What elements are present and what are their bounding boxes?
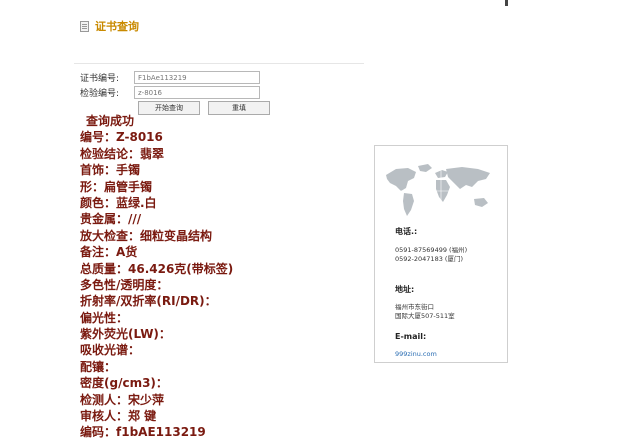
result-line: 多色性/透明度：	[80, 277, 169, 292]
cert-number-input[interactable]	[134, 71, 260, 84]
cert-number-row: 证书编号:	[80, 71, 260, 84]
result-line: 编码：f1bAE113219	[80, 425, 206, 440]
result-line: 形：扁管手镯	[80, 179, 153, 194]
contact-card: 电话.: 0591-87569499 (福州) 0592-2047183 (厦门…	[374, 145, 508, 363]
result-status: 查询成功	[86, 114, 135, 128]
website-link[interactable]: 999zinu.com	[395, 350, 437, 358]
result-line: 密度(g/cm3)：	[80, 376, 168, 391]
result-line: 放大检查：细粒变晶结构	[80, 228, 213, 243]
result-line: 偏光性：	[80, 310, 129, 325]
result-line: 折射率/双折率(RI/DR)：	[80, 294, 217, 309]
check-number-input[interactable]	[134, 86, 260, 99]
window-edge-marker	[505, 0, 508, 6]
result-line: 审核人：郑 键	[80, 409, 157, 424]
page-header: 证书查询	[80, 18, 139, 34]
result-line: 吸收光谱：	[80, 343, 141, 358]
world-map-icon	[382, 161, 500, 221]
result-list: 查询成功 编号：Z-8016 检验结论：翡翠 首饰：手镯 形：扁管手镯 颜色：蓝…	[80, 113, 233, 441]
result-line: 检测人：宋少萍	[80, 392, 165, 407]
address-line-1: 福州市东街口	[395, 303, 434, 311]
phone-fuzhou: 0591-87569499 (福州)	[395, 246, 468, 254]
result-line: 检验结论：翡翠	[80, 146, 165, 161]
check-number-label: 检验编号:	[80, 89, 120, 99]
cert-number-label: 证书编号:	[80, 74, 120, 84]
result-line: 颜色：蓝绿.白	[80, 195, 157, 210]
result-line: 配镶：	[80, 359, 117, 374]
document-icon	[80, 20, 89, 32]
result-line: 首饰：手镯	[80, 163, 141, 178]
phone-xiamen: 0592-2047183 (厦门)	[395, 255, 463, 263]
address-line-2: 国际大厦507-511室	[395, 312, 455, 320]
page-title: 证书查询	[95, 20, 139, 33]
phone-label: 电话.:	[395, 227, 418, 236]
result-line: 贵金属：///	[80, 212, 142, 227]
email-label: E-mail:	[395, 332, 427, 341]
address-label: 地址:	[395, 285, 415, 294]
check-number-row: 检验编号:	[80, 86, 260, 99]
result-line: 编号：Z-8016	[80, 130, 163, 145]
result-line: 总质量：46.426克(带标签)	[80, 261, 234, 276]
result-line: 紫外荧光(LW)：	[80, 327, 171, 342]
result-line: 备注：A货	[80, 245, 138, 260]
